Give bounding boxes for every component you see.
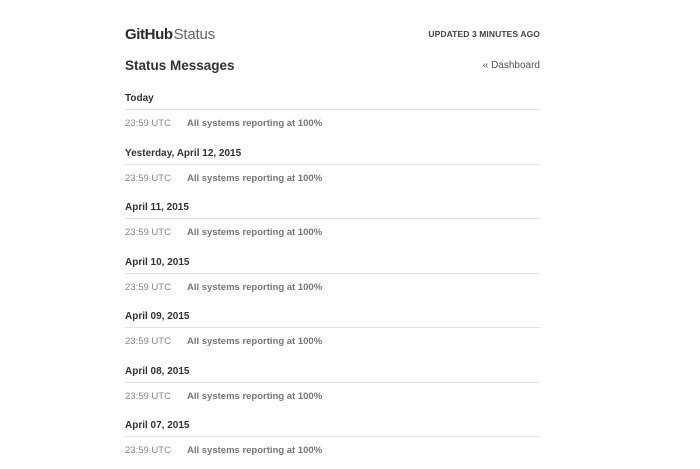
last-updated-text: UPDATED 3 MINUTES AGO — [428, 29, 540, 39]
day-heading: April 11, 2015 — [125, 199, 540, 219]
message-time: 23:59 UTC — [125, 172, 171, 184]
day-heading: Today — [125, 90, 540, 110]
day-heading: April 09, 2015 — [125, 308, 540, 328]
message-row: 23:59 UTC All systems reporting at 100% — [125, 274, 540, 308]
message-text: All systems reporting at 100% — [187, 390, 323, 402]
message-text: All systems reporting at 100% — [187, 281, 323, 293]
message-text: All systems reporting at 100% — [187, 172, 323, 184]
message-row: 23:59 UTC All systems reporting at 100% — [125, 110, 540, 144]
messages-list: Today 23:59 UTC All systems reporting at… — [125, 90, 540, 469]
day-group: Today 23:59 UTC All systems reporting at… — [125, 90, 540, 145]
message-row: 23:59 UTC All systems reporting at 100% — [125, 328, 540, 362]
title-row: Status Messages « Dashboard — [125, 56, 540, 90]
message-time: 23:59 UTC — [125, 336, 171, 347]
message-row: 23:59 UTC All systems reporting at 100% — [125, 437, 540, 469]
status-page: GitHub Status UPDATED 3 MINUTES AGO Stat… — [0, 0, 700, 469]
day-group: April 08, 2015 23:59 UTC All systems rep… — [125, 363, 540, 418]
logo-status-text: Status — [173, 26, 216, 43]
day-heading: April 10, 2015 — [125, 254, 540, 274]
dashboard-link[interactable]: « Dashboard — [483, 60, 540, 71]
day-group: April 07, 2015 23:59 UTC All systems rep… — [125, 417, 540, 469]
page-title: Status Messages — [125, 58, 235, 73]
message-row: 23:59 UTC All systems reporting at 100% — [125, 165, 540, 199]
message-time: 23:59 UTC — [125, 227, 171, 238]
day-heading: April 08, 2015 — [125, 363, 540, 383]
message-text: All systems reporting at 100% — [187, 445, 323, 456]
content-container: GitHub Status UPDATED 3 MINUTES AGO Stat… — [125, 0, 540, 469]
message-text: All systems reporting at 100% — [187, 227, 323, 238]
day-group: April 11, 2015 23:59 UTC All systems rep… — [125, 199, 540, 254]
logo-github-text: GitHub — [125, 26, 173, 43]
day-group: Yesterday, April 12, 2015 23:59 UTC All … — [125, 145, 540, 200]
message-text: All systems reporting at 100% — [187, 118, 323, 129]
github-status-logo[interactable]: GitHub Status — [125, 27, 215, 42]
page-header: GitHub Status UPDATED 3 MINUTES AGO — [125, 0, 540, 56]
message-time: 23:59 UTC — [125, 445, 171, 456]
day-group: April 09, 2015 23:59 UTC All systems rep… — [125, 308, 540, 363]
day-heading: Yesterday, April 12, 2015 — [125, 145, 540, 165]
message-time: 23:59 UTC — [125, 118, 171, 129]
message-time: 23:59 UTC — [125, 281, 171, 293]
day-group: April 10, 2015 23:59 UTC All systems rep… — [125, 254, 540, 309]
message-row: 23:59 UTC All systems reporting at 100% — [125, 383, 540, 417]
message-time: 23:59 UTC — [125, 390, 171, 402]
day-heading: April 07, 2015 — [125, 417, 540, 437]
message-row: 23:59 UTC All systems reporting at 100% — [125, 219, 540, 253]
message-text: All systems reporting at 100% — [187, 336, 323, 347]
